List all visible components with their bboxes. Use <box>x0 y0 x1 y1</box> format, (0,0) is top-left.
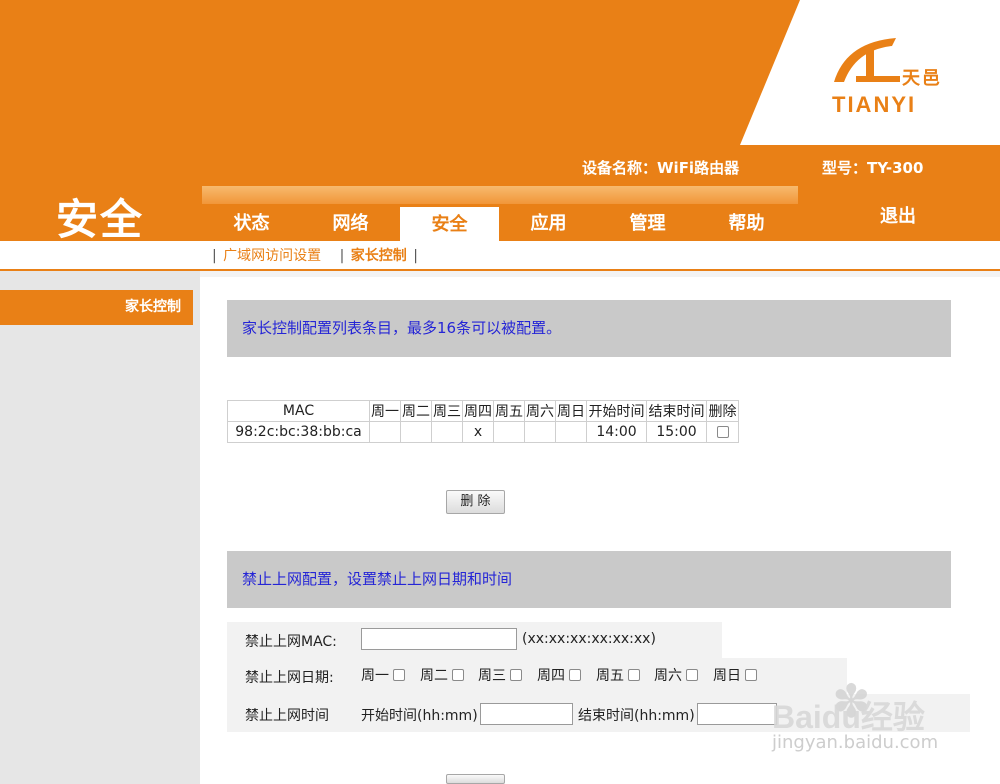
logout-button[interactable]: 退出 <box>880 202 916 228</box>
device-name: 设备名称：WiFi路由器 <box>582 159 740 177</box>
day-tue[interactable]: 周二 <box>420 665 464 685</box>
mac-label: 禁止上网MAC: <box>245 634 337 650</box>
day-fri[interactable]: 周五 <box>596 665 640 685</box>
main-nav: 状态 网络 安全 应用 管理 帮助 <box>202 186 798 242</box>
date-label: 禁止上网日期: <box>245 670 334 686</box>
day-thu-label: 周四 <box>537 668 565 684</box>
col-wed: 周三 <box>431 400 463 422</box>
day-sat-checkbox[interactable] <box>686 669 698 681</box>
day-thu[interactable]: 周四 <box>537 665 581 685</box>
col-end: 结束时间 <box>646 400 707 422</box>
parental-control-table: MAC 周一 周二 周三 周四 周五 周六 周日 开始时间 结束时间 删除 98… <box>227 400 739 443</box>
cell-sun <box>555 421 587 443</box>
cell-thu: x <box>462 421 494 443</box>
mac-format-hint: (xx:xx:xx:xx:xx:xx) <box>522 631 656 647</box>
watermark-url: jingyan.baidu.com <box>772 732 939 753</box>
tianyi-logo-icon <box>834 38 900 82</box>
brand-cn: 天邑 <box>902 68 942 89</box>
day-tue-checkbox[interactable] <box>452 669 464 681</box>
day-wed[interactable]: 周三 <box>478 665 522 685</box>
start-time-input[interactable] <box>480 703 573 725</box>
day-tue-label: 周二 <box>420 668 448 684</box>
col-sat: 周六 <box>524 400 556 422</box>
col-delete: 删除 <box>706 400 739 422</box>
nav-stripe <box>202 186 798 204</box>
end-time-label: 结束时间(hh:mm) <box>578 708 695 724</box>
tab-management[interactable]: 管理 <box>598 206 697 241</box>
baidu-watermark: ✽ Baidu经验 jingyan.baidu.com <box>772 674 972 753</box>
tab-security[interactable]: 安全 <box>400 207 499 242</box>
cell-sat <box>524 421 556 443</box>
col-sun: 周日 <box>555 400 587 422</box>
day-sun[interactable]: 周日 <box>713 665 757 685</box>
day-fri-label: 周五 <box>596 668 624 684</box>
tab-help[interactable]: 帮助 <box>697 206 796 241</box>
cell-fri <box>493 421 525 443</box>
cell-wed <box>431 421 463 443</box>
day-sat-label: 周六 <box>654 668 682 684</box>
col-thu: 周四 <box>462 400 494 422</box>
col-start: 开始时间 <box>586 400 647 422</box>
subnav-separator: | <box>339 248 345 264</box>
cell-end: 15:00 <box>646 421 707 443</box>
device-model: 型号：TY-300 <box>822 159 924 177</box>
subnav: | 广域网访问设置 | 家长控制 | <box>210 245 420 265</box>
tab-network[interactable]: 网络 <box>301 206 400 241</box>
tab-status[interactable]: 状态 <box>202 206 301 241</box>
cell-mac: 98:2c:bc:38:bb:ca <box>227 421 370 443</box>
start-time-label: 开始时间(hh:mm) <box>361 708 478 724</box>
col-fri: 周五 <box>493 400 525 422</box>
subnav-wan-access[interactable]: 广域网访问设置 <box>223 248 321 264</box>
day-thu-checkbox[interactable] <box>569 669 581 681</box>
section-title: 安全 <box>56 195 145 244</box>
subnav-separator: | <box>413 248 418 264</box>
col-mon: 周一 <box>369 400 401 422</box>
day-sun-label: 周日 <box>713 668 741 684</box>
day-mon-label: 周一 <box>361 668 389 684</box>
day-mon[interactable]: 周一 <box>361 665 405 685</box>
delete-checkbox[interactable] <box>716 426 729 438</box>
cell-start: 14:00 <box>586 421 647 443</box>
submit-button-partial[interactable] <box>446 774 505 784</box>
day-sun-checkbox[interactable] <box>745 669 757 681</box>
table-header-row: MAC 周一 周二 周三 周四 周五 周六 周日 开始时间 结束时间 删除 <box>227 400 739 422</box>
cell-mon <box>369 421 401 443</box>
col-tue: 周二 <box>400 400 432 422</box>
col-mac: MAC <box>227 400 370 422</box>
tab-application[interactable]: 应用 <box>499 206 598 241</box>
subnav-separator: | <box>212 248 217 264</box>
sidebar-item-parental-control[interactable]: 家长控制 <box>0 290 193 325</box>
list-info-bar: 家长控制配置列表条目，最多16条可以被配置。 <box>227 300 951 357</box>
day-fri-checkbox[interactable] <box>628 669 640 681</box>
mac-input[interactable] <box>361 628 517 650</box>
subnav-bar <box>0 241 1000 269</box>
table-row: 98:2c:bc:38:bb:ca x 14:00 15:00 <box>227 421 739 443</box>
sidebar <box>0 271 200 784</box>
subnav-parental-control[interactable]: 家长控制 <box>351 248 407 264</box>
brand-logo: 天邑 TIANYI <box>826 34 966 118</box>
day-wed-label: 周三 <box>478 668 506 684</box>
day-wed-checkbox[interactable] <box>510 669 522 681</box>
time-label: 禁止上网时间 <box>245 708 329 724</box>
brand-en: TIANYI <box>832 92 917 117</box>
day-sat[interactable]: 周六 <box>654 665 698 685</box>
cell-delete <box>706 421 739 443</box>
delete-button[interactable]: 删 除 <box>446 490 505 514</box>
cell-tue <box>400 421 432 443</box>
end-time-input[interactable] <box>697 703 777 725</box>
form-info-bar: 禁止上网配置，设置禁止上网日期和时间 <box>227 551 951 608</box>
day-mon-checkbox[interactable] <box>393 669 405 681</box>
